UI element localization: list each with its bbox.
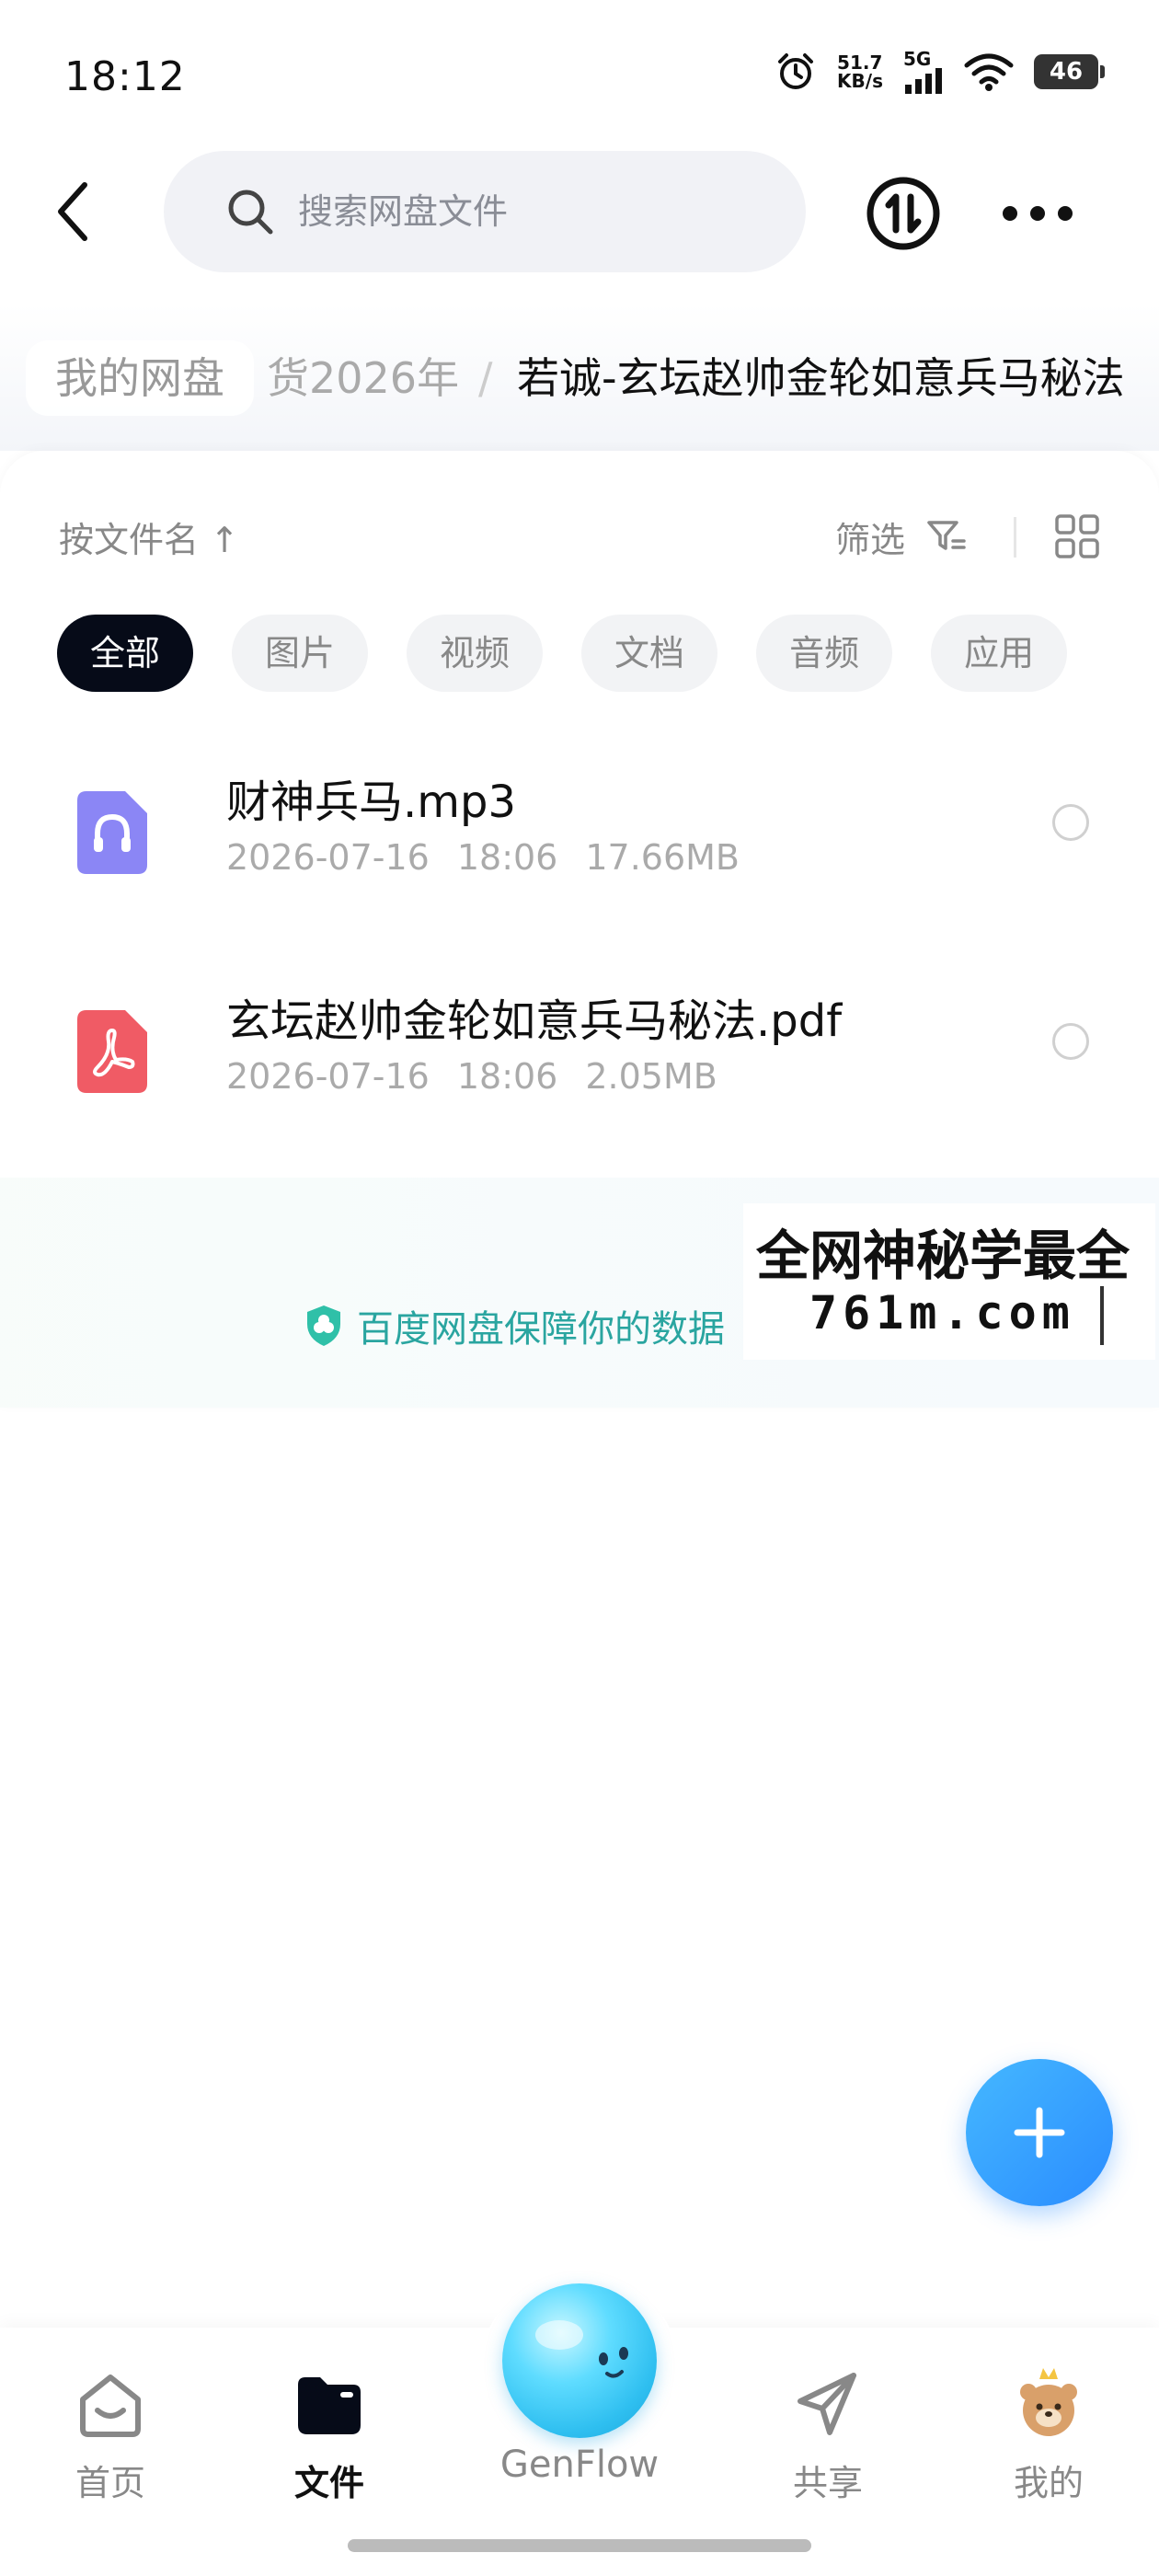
home-icon — [80, 2375, 141, 2437]
avatar-icon — [1020, 2368, 1077, 2436]
nav-share[interactable]: 共享 — [754, 2368, 901, 2505]
filter-icon[interactable] — [925, 515, 968, 558]
transfer-icon — [866, 177, 940, 250]
nav-share-label: 共享 — [792, 2463, 863, 2503]
sort-label: 按文件名 — [59, 520, 200, 560]
nav-mine[interactable]: 我的 — [975, 2364, 1122, 2505]
chip-all[interactable]: 全部 — [57, 615, 194, 692]
category-chips: 全部 图片 视频 文档 音频 应用 — [57, 615, 1068, 692]
speed-unit: KB/s — [837, 70, 883, 92]
data-protection-note: 百度网盘保障你的数据 — [304, 1299, 725, 1352]
nav-home-label: 首页 — [75, 2463, 145, 2503]
filter-button[interactable]: 筛选 — [835, 512, 905, 562]
breadcrumb-separator: / — [478, 353, 493, 403]
sort-by-name-button[interactable]: 按文件名 ↑ — [59, 512, 239, 562]
file-size: 17.66MB — [585, 837, 740, 878]
transfer-button[interactable] — [865, 175, 942, 252]
file-row[interactable]: 财神兵马.mp3 2026-07-16 18:06 17.66MB — [0, 736, 1159, 953]
select-checkbox[interactable] — [1052, 1023, 1089, 1060]
speed-value: 51.7 — [837, 52, 883, 74]
more-dot-icon — [1030, 206, 1045, 221]
watermark-cursor — [1100, 1286, 1104, 1345]
chevron-left-icon — [58, 182, 87, 241]
breadcrumb-parent[interactable]: 货2026年 — [267, 337, 459, 420]
nav-files-label: 文件 — [293, 2463, 364, 2503]
file-time: 18:06 — [456, 1056, 558, 1097]
audio-file-icon — [77, 791, 147, 874]
file-name: 玄坛赵帅金轮如意兵马秘法.pdf — [226, 995, 843, 1047]
paper-plane-icon — [798, 2373, 856, 2435]
more-dot-icon — [1058, 206, 1073, 221]
chip-images[interactable]: 图片 — [232, 615, 369, 692]
genflow-mascot-icon — [535, 2320, 628, 2378]
nav-files[interactable]: 文件 — [256, 2368, 403, 2505]
chip-audio[interactable]: 音频 — [756, 615, 893, 692]
nav-genflow-label: GenFlow — [499, 2444, 660, 2486]
data-protection-text: 百度网盘保障你的数据 — [357, 1308, 725, 1351]
file-name: 财神兵马.mp3 — [226, 776, 517, 828]
network-speed: 51.7 KB/s — [837, 53, 883, 90]
signal-bars-icon — [905, 68, 942, 94]
file-size: 2.05MB — [585, 1056, 717, 1097]
search-icon — [228, 190, 273, 235]
file-meta: 2026-07-16 18:06 2.05MB — [226, 1056, 717, 1097]
status-icons: 51.7 KB/s 5G 46 — [775, 50, 1105, 94]
shield-icon — [307, 1305, 340, 1346]
breadcrumb: 我的网盘 货2026年 / 若诚-玄坛赵帅金轮如意兵马秘法 — [0, 337, 1159, 420]
breadcrumb-home[interactable]: 我的网盘 — [26, 340, 254, 416]
watermark-title: 全网神秘学最全 — [756, 1225, 1130, 1287]
home-indicator — [348, 2539, 811, 2552]
chip-videos[interactable]: 视频 — [407, 615, 544, 692]
file-date: 2026-07-16 — [226, 837, 430, 878]
search-input[interactable] — [296, 190, 723, 233]
plus-icon — [1014, 2107, 1065, 2158]
chip-documents[interactable]: 文档 — [581, 615, 718, 692]
toolbar-divider — [1014, 517, 1016, 558]
chip-apps[interactable]: 应用 — [931, 615, 1068, 692]
alarm-icon — [778, 53, 814, 89]
search-bar[interactable] — [164, 151, 806, 272]
file-meta: 2026-07-16 18:06 17.66MB — [226, 837, 740, 878]
grid-view-icon[interactable] — [1054, 513, 1100, 559]
pdf-file-icon — [77, 1010, 147, 1093]
more-options-button[interactable] — [1003, 193, 1073, 234]
cellular-signal: 5G — [903, 50, 944, 94]
back-button[interactable] — [44, 175, 99, 248]
breadcrumb-current: 若诚-玄坛赵帅金轮如意兵马秘法 — [517, 353, 1125, 403]
sort-arrow-icon: ↑ — [210, 520, 239, 560]
more-dot-icon — [1003, 206, 1017, 221]
wifi-icon — [964, 53, 1014, 91]
status-time: 18:12 — [64, 53, 186, 100]
network-type: 5G — [903, 48, 932, 70]
nav-mine-label: 我的 — [1013, 2463, 1084, 2503]
folder-icon — [298, 2377, 361, 2434]
genflow-button[interactable] — [502, 2283, 657, 2438]
file-row[interactable]: 玄坛赵帅金轮如意兵马秘法.pdf 2026-07-16 18:06 2.05MB — [0, 955, 1159, 1172]
select-checkbox[interactable] — [1052, 804, 1089, 841]
watermark-url: 761m.com — [809, 1286, 1075, 1340]
file-time: 18:06 — [456, 837, 558, 878]
file-date: 2026-07-16 — [226, 1056, 430, 1097]
add-button[interactable] — [966, 2059, 1113, 2206]
nav-home[interactable]: 首页 — [37, 2368, 184, 2505]
battery-indicator: 46 — [1034, 54, 1105, 89]
